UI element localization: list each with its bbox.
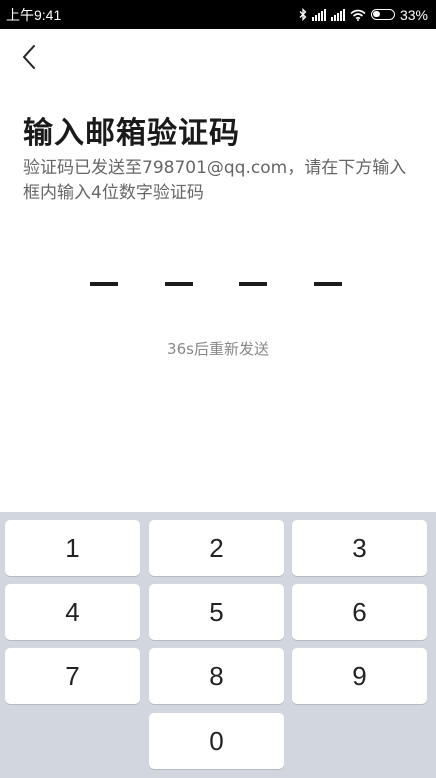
code-slot (239, 282, 268, 286)
page-title: 输入邮箱验证码 (23, 116, 240, 151)
key-1[interactable]: 1 (5, 520, 140, 576)
key-3[interactable]: 3 (292, 520, 427, 576)
key-4[interactable]: 4 (5, 584, 140, 640)
key-6[interactable]: 6 (292, 584, 427, 640)
status-bar: 上午9:41 33% (0, 0, 436, 29)
key-9[interactable]: 9 (292, 648, 427, 704)
status-icons: 33% (299, 7, 428, 23)
verification-code-input[interactable] (90, 282, 342, 286)
key-7[interactable]: 7 (5, 648, 140, 704)
key-2[interactable]: 2 (149, 520, 284, 576)
page-description: 验证码已发送至798701@qq.com，请在下方输入框内输入4位数字验证码 (23, 158, 407, 203)
key-0[interactable]: 0 (149, 713, 284, 769)
code-slot (313, 282, 342, 286)
key-5[interactable]: 5 (149, 584, 284, 640)
resend-countdown: 36s后重新发送 (167, 340, 269, 358)
key-8[interactable]: 8 (149, 648, 284, 704)
code-slot (90, 282, 118, 286)
battery-icon (370, 9, 395, 20)
back-button[interactable] (12, 40, 46, 74)
numeric-keypad: 1 2 3 4 5 6 7 8 9 0 (0, 512, 436, 778)
cellular-signal-icon (330, 8, 345, 21)
cellular-signal-icon (311, 8, 326, 21)
chevron-left-icon (23, 45, 35, 69)
bluetooth-icon (299, 8, 307, 21)
code-slot (164, 282, 193, 286)
wifi-icon (350, 9, 366, 21)
status-time: 上午9:41 (6, 6, 62, 23)
battery-percent: 33% (399, 6, 428, 23)
